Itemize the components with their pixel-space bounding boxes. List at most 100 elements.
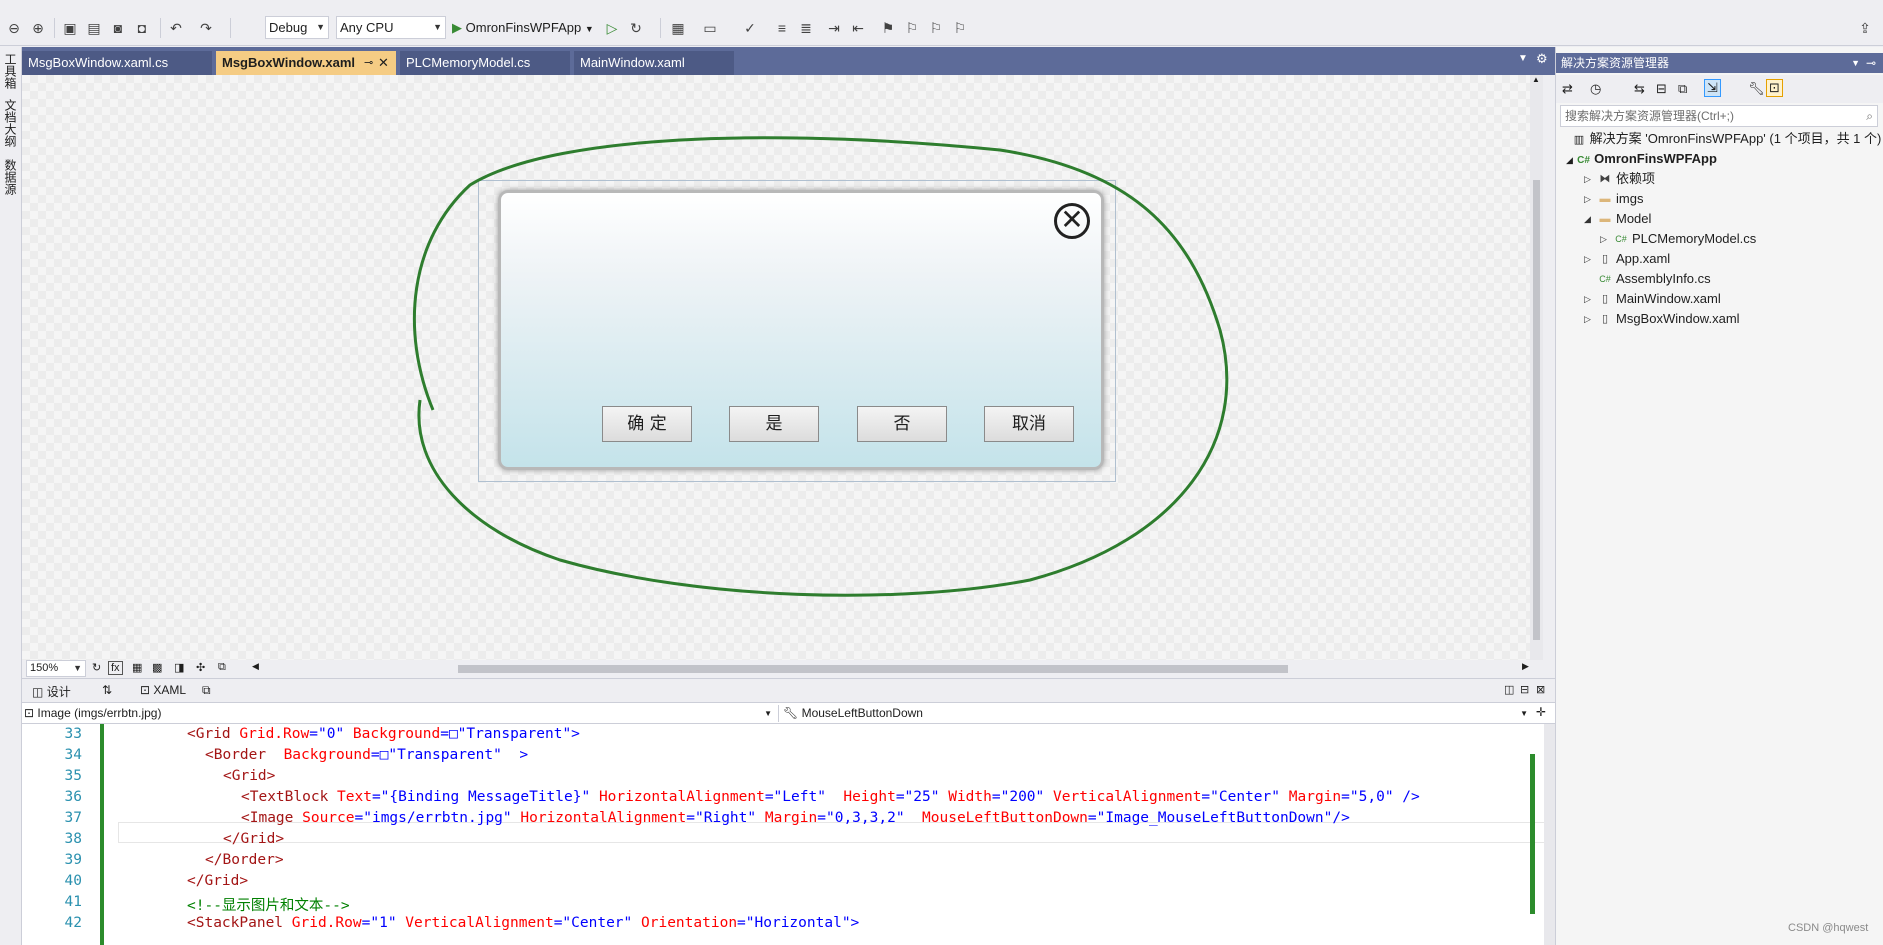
element-select[interactable]: ⊡ Image (imgs/errbtn.jpg) ▼ [24, 705, 774, 722]
code-line[interactable]: <Image Source="imgs/errbtn.jpg" Horizont… [241, 810, 1350, 826]
vertical-split-icon[interactable]: ◫ [1504, 683, 1514, 696]
code-token: Horizontal [754, 915, 842, 931]
sync-icon[interactable]: ⇆ [1634, 81, 1645, 97]
tab-xaml[interactable]: ⊡ XAML [140, 683, 186, 697]
code-vertical-scrollbar[interactable] [1544, 724, 1555, 945]
tree-item-label: PLCMemoryModel.cs [1632, 231, 1757, 246]
fx-effects-icon[interactable]: fx [108, 661, 123, 675]
code-token: HorizontalAlignment [598, 789, 765, 805]
popout-xaml-icon[interactable]: ⧉ [202, 683, 211, 698]
swap-panes-button[interactable]: ⇅ [102, 683, 112, 697]
code-token: <Grid [187, 726, 240, 742]
code-line[interactable]: </Grid> [187, 873, 248, 889]
collapse-pane-icon[interactable]: ⊠ [1536, 683, 1545, 696]
snap-grid-icon[interactable]: ▩ [152, 661, 162, 674]
pin-icon[interactable]: ⊸ [1866, 53, 1876, 73]
split-editor-icon[interactable]: ✛ [1536, 705, 1546, 719]
xaml-icon: ⊡ [140, 683, 151, 697]
element-icon: ⊡ [24, 706, 35, 720]
code-line[interactable]: <StackPanel Grid.Row="1" VerticalAlignme… [187, 915, 859, 931]
chevron-down-icon: ▼ [764, 709, 772, 718]
project-node[interactable]: ◢ C# OmronFinsWPFApp [1566, 149, 1717, 170]
switch-views-icon[interactable]: ⇄ [1562, 81, 1573, 97]
code-token: Image_MouseLeftButtonDown [1105, 810, 1324, 826]
tree-item-label: MainWindow.xaml [1616, 291, 1721, 306]
code-token: 0,3,3,2 [834, 810, 896, 826]
preview-selected-icon[interactable]: ⇲ [1704, 79, 1721, 97]
code-token: Transparent [466, 726, 563, 742]
project-code-icon[interactable]: ⧉ [218, 661, 226, 674]
code-line[interactable]: <Grid Grid.Row="0" Background=□"Transpar… [187, 726, 580, 742]
code-line[interactable]: </Grid> [223, 831, 284, 847]
show-all-files-icon[interactable]: ⧉ [1678, 81, 1687, 97]
collapsed-chevron-icon[interactable]: ▷ [1584, 289, 1591, 309]
tree-item-label: 依赖项 [1616, 171, 1656, 186]
event-select[interactable]: 🔧︎ MouseLeftButtonDown ▼ [778, 705, 1530, 722]
code-token: " [895, 810, 923, 826]
code-token: </Grid> [187, 873, 249, 889]
code-token: =" [361, 915, 380, 931]
chevron-down-icon: ▼ [73, 663, 82, 673]
solution-search-input[interactable]: 搜索解决方案资源管理器(Ctrl+;) ⌕ [1560, 105, 1878, 127]
collapsed-chevron-icon[interactable]: ▷ [1600, 229, 1607, 249]
code-token: =" [764, 789, 783, 805]
code-token: =" [1341, 789, 1359, 805]
collapsed-chevron-icon[interactable]: ▷ [1584, 189, 1591, 209]
artboard-icon[interactable]: ◨ [174, 661, 184, 674]
folder-icon: ▬ [1599, 213, 1611, 225]
collapsed-chevron-icon[interactable]: ▷ [1584, 169, 1591, 189]
event-select-value: MouseLeftButtonDown [801, 706, 923, 720]
tab-design[interactable]: ◫ 设计 [32, 683, 71, 700]
tab-xaml-label: XAML [153, 683, 187, 697]
zoom-value: 150% [30, 662, 59, 674]
line-number: 33 [64, 726, 82, 742]
code-token: VerticalAlignment [1053, 789, 1202, 805]
refresh-icon[interactable]: ↻ [92, 661, 101, 674]
code-line[interactable]: </Border> [205, 852, 284, 868]
collapsed-chevron-icon[interactable]: ▷ [1584, 309, 1591, 329]
history-icon[interactable]: ◷ [1590, 81, 1601, 97]
properties-wrench-icon[interactable]: 🔧︎ [1748, 81, 1765, 97]
code-token: =" [354, 810, 372, 826]
line-number: 34 [64, 747, 82, 763]
expanded-chevron-icon[interactable]: ◢ [1584, 209, 1591, 229]
scroll-left-icon[interactable]: ◀ [252, 661, 259, 672]
xaml-code-editor[interactable]: 33 <Grid Grid.Row="0" Background=□"Transp… [22, 724, 1555, 945]
tree-item-label: imgs [1616, 191, 1644, 206]
code-token: <StackPanel [187, 915, 292, 931]
horizontal-split-icon[interactable]: ⊟ [1520, 683, 1529, 696]
zoom-select[interactable]: 150% ▼ [26, 660, 86, 677]
solution-node[interactable]: ▥ 解决方案 'OmronFinsWPFApp' (1 个项目，共 1 个) [1572, 129, 1882, 149]
scroll-right-icon[interactable]: ▶ [1522, 661, 1529, 672]
code-token: Left [782, 789, 818, 805]
csharp-project-icon: C# [1577, 155, 1590, 166]
code-token: Right [703, 810, 748, 826]
collapse-all-icon[interactable]: ⊟ [1656, 81, 1667, 97]
code-token: <TextBlock [241, 789, 338, 805]
code-line[interactable]: <!--显示图片和文本--> [187, 894, 350, 915]
code-token: " > [493, 747, 529, 763]
snap-lines-icon[interactable]: ✣ [196, 661, 205, 674]
code-token: " [623, 915, 642, 931]
code-line[interactable]: <Border Background=□"Transparent" > [205, 747, 528, 763]
code-token: Margin [764, 810, 818, 826]
grid-icon[interactable]: ▦ [132, 661, 142, 674]
code-token: =" [991, 789, 1010, 805]
code-token: "> [841, 915, 860, 931]
code-token: " [1035, 789, 1054, 805]
code-token: Orientation [641, 915, 738, 931]
solution-explorer-title-bar: 解决方案资源管理器 ▼ ⊸ [1556, 53, 1883, 73]
code-token: =" [309, 726, 327, 742]
code-token: " [387, 915, 406, 931]
code-token: "/> [1323, 810, 1350, 826]
horizontal-scroll-thumb[interactable] [458, 665, 1288, 673]
search-placeholder: 搜索解决方案资源管理器(Ctrl+;) [1565, 109, 1734, 123]
collapsed-chevron-icon[interactable]: ▷ [1584, 249, 1591, 269]
chevron-down-icon[interactable]: ▼ [1851, 53, 1860, 73]
code-token: Grid.Row [239, 726, 310, 742]
preview-icon[interactable]: ⊡ [1766, 79, 1783, 97]
code-line[interactable]: <TextBlock Text="{Binding MessageTitle}"… [241, 789, 1420, 805]
line-number: 37 [64, 810, 82, 826]
folder-icon: ▬ [1599, 193, 1611, 205]
code-line[interactable]: <Grid> [223, 768, 275, 784]
